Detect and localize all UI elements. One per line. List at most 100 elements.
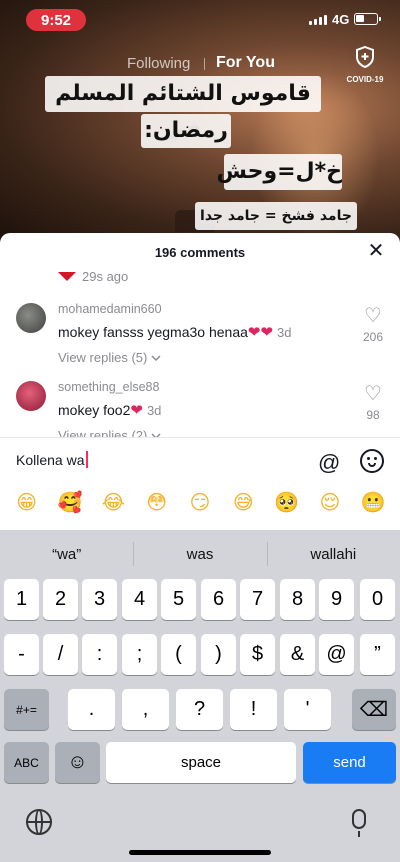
- comment-item[interactable]: mohamedamin660 mokey fansss yegma3o hena…: [0, 299, 400, 377]
- emoji-button[interactable]: 😬: [354, 490, 392, 514]
- emoji-button[interactable]: 😅: [224, 490, 262, 514]
- send-button[interactable]: send: [303, 742, 396, 783]
- comment-body: mokey foo2: [58, 402, 131, 418]
- key-question[interactable]: ?: [176, 689, 223, 730]
- video-caption-line-2: رمضان:: [141, 114, 231, 148]
- key-comma[interactable]: ,: [122, 689, 169, 730]
- comment-input[interactable]: Kollena wa: [16, 451, 88, 468]
- comment-ago: 3d: [277, 325, 292, 340]
- emoji-button[interactable]: 😌: [311, 490, 349, 514]
- like-count: 206: [362, 330, 384, 344]
- key-6[interactable]: 6: [201, 579, 236, 620]
- key-1[interactable]: 1: [4, 579, 39, 620]
- avatar[interactable]: [16, 303, 46, 333]
- covid-button[interactable]: COVID-19: [340, 45, 390, 84]
- emoji-button[interactable]: 🥰: [51, 490, 89, 514]
- suggestion-bar: “wa” was wallahi: [0, 530, 400, 578]
- key-apostrophe[interactable]: ': [284, 689, 331, 730]
- suggestion-item[interactable]: “wa”: [0, 530, 133, 578]
- key-9[interactable]: 9: [319, 579, 354, 620]
- keyboard: “wa” was wallahi 1 2 3 4 5 6 7 8 9 0 - /…: [0, 530, 400, 862]
- key-open-paren[interactable]: (: [161, 634, 196, 675]
- heart-emoji: ❤: [130, 402, 143, 419]
- video-caption-line-1: قاموس الشتائم المسلم في: [45, 76, 321, 142]
- suggestion-item[interactable]: was: [133, 530, 266, 578]
- red-triangle-emoji: [58, 272, 76, 281]
- key-colon[interactable]: :: [82, 634, 117, 675]
- key-0[interactable]: 0: [360, 579, 395, 620]
- key-period[interactable]: .: [68, 689, 115, 730]
- key-close-paren[interactable]: ): [201, 634, 236, 675]
- quick-emoji-bar: 😁 🥰 😂 😳 😏 😅 🥺 😌 😬: [0, 490, 400, 514]
- key-abc[interactable]: ABC: [4, 742, 49, 783]
- key-semicolon[interactable]: ;: [122, 634, 157, 675]
- status-time: 9:52: [26, 9, 86, 31]
- comment-body: mokey fansss yegma3o henaa: [58, 324, 248, 340]
- like-count: 98: [366, 408, 380, 422]
- emoji-button[interactable]: 🥺: [268, 490, 306, 514]
- comment-time: 29s ago: [82, 269, 129, 284]
- battery-icon: [354, 13, 381, 25]
- heart-outline-icon: ♡: [364, 305, 382, 327]
- delete-icon[interactable]: ⌫: [352, 689, 396, 730]
- tab-divider: [204, 58, 205, 70]
- key-3[interactable]: 3: [82, 579, 117, 620]
- key-2[interactable]: 2: [43, 579, 78, 620]
- shield-icon: [356, 45, 374, 69]
- emoji-button[interactable]: 😂: [94, 490, 132, 514]
- comments-count-title: 196 comments: [154, 245, 246, 260]
- emoji-keyboard-icon[interactable]: ☺: [55, 742, 100, 783]
- comment-text: mokey fansss yegma3o henaa❤❤ 3d: [58, 323, 292, 341]
- close-icon[interactable]: ✕: [366, 241, 386, 262]
- suggestion-item[interactable]: wallahi: [266, 530, 400, 578]
- comment-text: mokey foo2❤ 3d: [58, 401, 161, 419]
- key-ampersand[interactable]: &: [280, 634, 315, 675]
- home-indicator[interactable]: [129, 850, 271, 855]
- key-symbols[interactable]: #+=: [4, 689, 49, 730]
- key-5[interactable]: 5: [161, 579, 196, 620]
- emoji-picker-icon[interactable]: [360, 449, 384, 473]
- emoji-button[interactable]: 😏: [181, 490, 219, 514]
- space-key[interactable]: space: [106, 742, 296, 783]
- microphone-icon[interactable]: [352, 809, 366, 837]
- signal-icon: [309, 15, 327, 25]
- view-replies-label: View replies (5): [58, 350, 148, 365]
- key-slash[interactable]: /: [43, 634, 78, 675]
- network-label: 4G: [332, 12, 350, 27]
- comment-input-value: Kollena wa: [16, 451, 85, 468]
- chevron-down-icon: [151, 355, 161, 362]
- key-hyphen[interactable]: -: [4, 634, 39, 675]
- view-replies-link[interactable]: View replies (5): [58, 350, 161, 365]
- comment-composer: Kollena wa @ 😁 🥰 😂 😳 😏 😅 🥺 😌 😬: [0, 437, 400, 530]
- key-quote[interactable]: ”: [360, 634, 395, 675]
- video-caption-line-3: خ*ل=وحش: [216, 154, 342, 190]
- previous-comment-tail: 29s ago: [58, 269, 128, 284]
- comment-item[interactable]: something_else88 mokey foo2❤ 3d View repl…: [0, 377, 400, 443]
- key-dollar[interactable]: $: [240, 634, 275, 675]
- emoji-button[interactable]: 😁: [8, 490, 46, 514]
- mention-button[interactable]: @: [318, 450, 340, 476]
- status-bar: 9:52 4G: [0, 0, 400, 40]
- key-8[interactable]: 8: [280, 579, 315, 620]
- comments-panel: 196 comments ✕ 29s ago mohamedamin660 mo…: [0, 233, 400, 443]
- comment-ago: 3d: [146, 403, 162, 418]
- key-4[interactable]: 4: [122, 579, 157, 620]
- comment-username[interactable]: mohamedamin660: [58, 302, 162, 316]
- key-7[interactable]: 7: [240, 579, 275, 620]
- comments-header: 196 comments ✕: [0, 233, 400, 271]
- heart-emoji: ❤❤: [247, 324, 274, 341]
- avatar[interactable]: [16, 381, 46, 411]
- globe-icon[interactable]: [26, 809, 52, 835]
- emoji-button[interactable]: 😳: [138, 490, 176, 514]
- text-caret: [85, 451, 88, 468]
- tab-following[interactable]: Following: [127, 55, 190, 72]
- key-exclamation[interactable]: !: [230, 689, 277, 730]
- covid-label: COVID-19: [346, 75, 384, 84]
- heart-outline-icon: ♡: [364, 383, 382, 405]
- key-at[interactable]: @: [319, 634, 354, 675]
- like-button[interactable]: ♡ 98: [360, 384, 386, 422]
- video-caption-line-4: جامد فشخ = جامد جدا: [195, 202, 357, 230]
- comment-username[interactable]: something_else88: [58, 380, 159, 394]
- like-button[interactable]: ♡ 206: [360, 306, 386, 344]
- tab-for-you[interactable]: For You: [216, 54, 275, 72]
